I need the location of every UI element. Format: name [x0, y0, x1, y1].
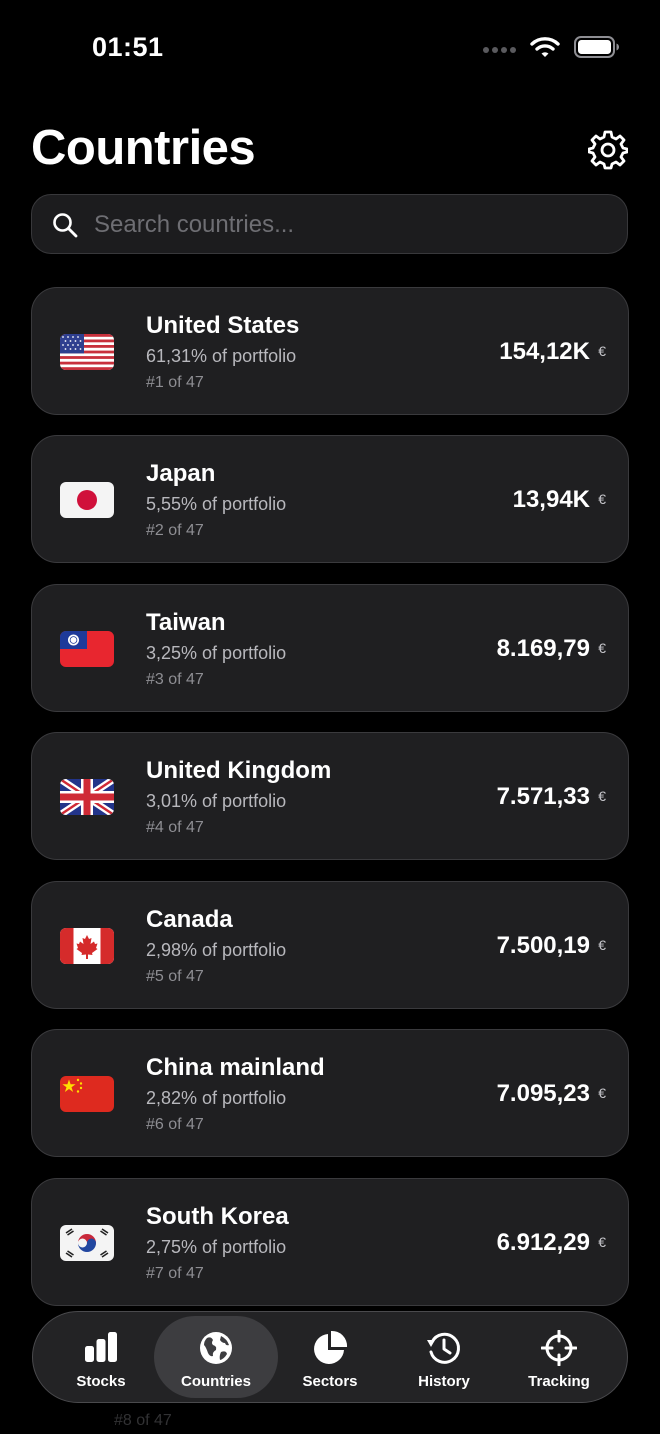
tab-stocks[interactable]: Stocks — [39, 1316, 163, 1398]
country-name: Japan — [146, 460, 216, 487]
country-value: 154,12K — [499, 338, 590, 365]
history-clock-icon — [427, 1332, 460, 1364]
country-name: China mainland — [146, 1054, 325, 1081]
country-percentage: 61,31% of portfolio — [146, 346, 297, 366]
country-name: United States — [146, 312, 300, 339]
country-rank: #3 of 47 — [146, 671, 204, 688]
wifi-icon — [530, 36, 560, 63]
currency-symbol: € — [598, 491, 606, 507]
tab-history[interactable]: History — [382, 1316, 506, 1398]
tab-label: History — [418, 1373, 470, 1390]
country-card-united-kingdom[interactable]: United Kingdom 3,01% of portfolio #4 of … — [31, 732, 629, 860]
globe-icon — [200, 1332, 232, 1364]
country-percentage: 3,01% of portfolio — [146, 791, 287, 811]
country-value: 8.169,79 — [496, 635, 590, 662]
country-name: United Kingdom — [146, 757, 332, 784]
country-rank: #4 of 47 — [146, 819, 204, 836]
country-rank: #7 of 47 — [146, 1265, 204, 1282]
tab-label: Tracking — [528, 1373, 590, 1390]
country-rank: #1 of 47 — [146, 374, 204, 391]
country-percentage: 5,55% of portfolio — [146, 494, 287, 514]
kr-flag-icon — [60, 1225, 114, 1261]
country-rank: #2 of 47 — [146, 522, 204, 539]
header: Countries — [0, 110, 660, 190]
country-percentage: 3,25% of portfolio — [146, 643, 287, 663]
country-card-united-states[interactable]: United States 61,31% of portfolio #1 of … — [31, 287, 629, 415]
search-bar[interactable] — [31, 194, 628, 255]
country-card-japan[interactable]: Japan 5,55% of portfolio #2 of 47 13,94K… — [31, 435, 629, 563]
country-value: 7.500,19 — [496, 932, 590, 959]
bar-chart-icon — [85, 1332, 117, 1362]
country-percentage: 2,82% of portfolio — [146, 1088, 287, 1108]
gear-icon — [588, 130, 628, 170]
status-bar: 01:51 — [0, 0, 660, 96]
country-value: 13,94K — [512, 486, 590, 513]
cn-flag-icon — [60, 1076, 114, 1112]
jp-flag-icon — [60, 482, 114, 518]
currency-symbol: € — [598, 1085, 606, 1101]
country-rank: #8 of 47 — [114, 1412, 172, 1429]
country-rank: #5 of 47 — [146, 968, 204, 985]
tw-flag-icon — [60, 631, 114, 667]
country-name: Canada — [146, 906, 233, 933]
country-name: Taiwan — [146, 609, 226, 636]
tab-label: Countries — [180, 1373, 251, 1390]
search-input[interactable] — [92, 195, 616, 255]
currency-symbol: € — [598, 937, 606, 953]
gb-flag-icon — [60, 779, 114, 815]
ca-flag-icon — [60, 928, 114, 964]
country-percentage: 2,75% of portfolio — [146, 1237, 287, 1257]
currency-symbol: € — [598, 343, 606, 359]
status-icons — [482, 36, 620, 63]
tab-sectors[interactable]: Sectors — [268, 1316, 392, 1398]
country-value: 7.571,33 — [496, 783, 590, 810]
country-value: 6.912,29 — [496, 1229, 590, 1256]
country-card-south-korea[interactable]: South Korea 2,75% of portfolio #7 of 47 … — [31, 1178, 629, 1306]
currency-symbol: € — [598, 640, 606, 656]
us-flag-icon — [60, 334, 114, 370]
country-rank: #6 of 47 — [146, 1116, 204, 1133]
country-value: 7.095,23 — [496, 1080, 590, 1107]
tab-label: Sectors — [302, 1373, 358, 1390]
status-time: 01:51 — [92, 32, 164, 62]
crosshair-icon — [541, 1330, 577, 1366]
country-card-china-mainland[interactable]: China mainland 2,82% of portfolio #6 of … — [31, 1029, 629, 1157]
pie-chart-icon — [314, 1330, 348, 1364]
settings-button[interactable] — [586, 128, 630, 172]
country-name: South Korea — [146, 1203, 289, 1230]
tab-label: Stocks — [76, 1373, 126, 1390]
country-card-taiwan[interactable]: Taiwan 3,25% of portfolio #3 of 47 8.169… — [31, 584, 629, 712]
tab-tracking[interactable]: Tracking — [497, 1316, 621, 1398]
page-title: Countries — [31, 121, 256, 175]
tab-countries[interactable]: Countries — [154, 1316, 278, 1398]
tab-bar: Stocks Countries Sectors History Trackin… — [32, 1311, 628, 1403]
country-percentage: 2,98% of portfolio — [146, 940, 287, 960]
currency-symbol: € — [598, 1234, 606, 1250]
battery-icon — [574, 36, 620, 63]
currency-symbol: € — [598, 788, 606, 804]
country-card-canada[interactable]: Canada 2,98% of portfolio #5 of 47 7.500… — [31, 881, 629, 1009]
signal-dots-icon — [482, 41, 516, 59]
search-icon — [53, 213, 78, 238]
